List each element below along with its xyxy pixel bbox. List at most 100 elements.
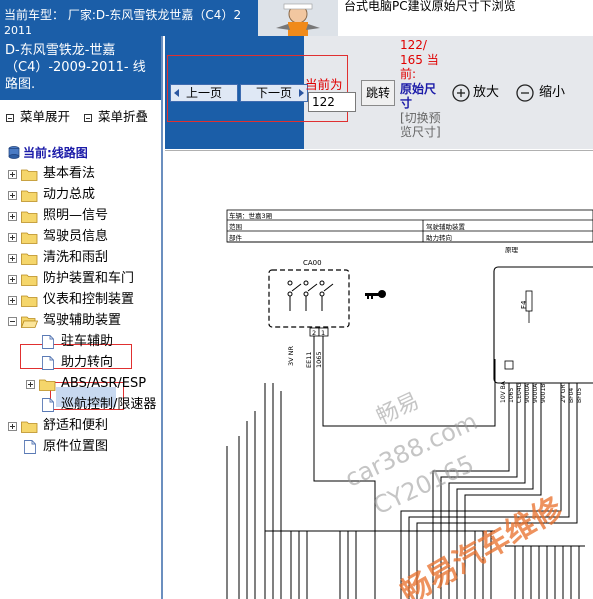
wire-code: BF05 <box>576 388 583 403</box>
tree-item-label: 舒适和便利 <box>43 418 109 433</box>
menu-expand-label: 菜单展开 <box>20 109 71 124</box>
wire-code: 3V NR <box>287 345 295 366</box>
wire-code: 9000A <box>532 383 539 403</box>
expand-plus-icon[interactable] <box>8 422 17 431</box>
zoom-out-button[interactable]: 缩小 <box>515 82 565 104</box>
tree-item-parking-assist[interactable]: 驻车辅助 <box>0 332 160 352</box>
wire-code: EE11 <box>305 352 313 369</box>
wire-code: CE04G <box>516 382 523 403</box>
current-path-label: 当前:线路图 <box>23 146 88 160</box>
menu-expand-button[interactable]: 菜单展开 <box>6 106 70 125</box>
folder-icon <box>21 295 38 307</box>
tree-item-basic[interactable]: 基本看法 <box>0 164 160 184</box>
page-number-input[interactable] <box>308 92 356 112</box>
wire-code: 9000A <box>524 383 531 403</box>
switch-preview-label: [切换预览尺寸] <box>400 110 441 140</box>
collapse-square-icon <box>83 113 92 122</box>
range-value: 驾驶辅助装置 <box>426 222 466 231</box>
wire-code: 10V BA <box>500 380 507 403</box>
tree-item-label: 仪表和控制装置 <box>43 292 135 307</box>
tree-item-instruments[interactable]: 仪表和控制装置 <box>0 290 160 310</box>
model-title: D-东风雪铁龙-世嘉（C4）-2009-2011- 线路图. <box>0 36 161 100</box>
expand-square-icon <box>6 113 14 122</box>
page-icon <box>42 398 54 412</box>
page-info: 122/ 165 当前: 原始尺寸 [切换预览尺寸] <box>400 38 445 140</box>
tree-item-label: 清洗和雨刮 <box>43 250 109 265</box>
tree-item-label: 防护装置和车门 <box>43 271 135 286</box>
tree-item-comfort[interactable]: 舒适和便利 <box>0 416 160 436</box>
wire-code: 9001B <box>540 384 547 403</box>
switch-preview-size-link[interactable]: [切换预览尺寸] <box>400 111 445 140</box>
folder-icon <box>21 169 38 181</box>
expand-plus-icon[interactable] <box>8 275 17 284</box>
part-value: 助力转向 <box>426 233 452 242</box>
wire-code: 1065 <box>508 388 515 403</box>
fuse-label: F4 <box>520 300 528 309</box>
car-type-strip: 当前车型： 厂家:D-东风雪铁龙世嘉（C4）2 2011 <box>0 0 258 36</box>
tree-item-label: 照明—信号 <box>43 208 109 223</box>
pin-label: 2 <box>312 329 316 337</box>
range-label: 范围 <box>229 222 242 231</box>
zoom-out-label: 缩小 <box>539 85 566 100</box>
expand-plus-icon[interactable] <box>8 254 17 263</box>
zoom-in-button[interactable]: 放大 <box>451 82 499 104</box>
tree-item-driving-assist[interactable]: 驾驶辅助装置 <box>0 311 160 331</box>
menu-collapse-button[interactable]: 菜单折叠 <box>83 106 148 125</box>
expand-plus-icon[interactable] <box>26 380 35 389</box>
folder-icon <box>21 253 38 265</box>
current-path: 当前:线路图 <box>8 144 88 161</box>
jump-button[interactable]: 跳转 <box>361 80 395 106</box>
pin-label: 1 <box>321 329 325 337</box>
page-count-line1: 122/ 165 当前: <box>400 38 445 82</box>
vehicle-label: 车辆：世嘉3厢 <box>229 211 273 220</box>
expand-plus-icon[interactable] <box>8 170 17 179</box>
tree-item-driver-info[interactable]: 驾驶员信息 <box>0 227 160 247</box>
zoom-in-icon <box>452 84 470 102</box>
page-toolbar: 上一页 下一页 当前为 跳转 122/ 165 当前: 原始尺寸 [切换预览尺寸… <box>165 36 593 149</box>
folder-icon <box>21 211 38 223</box>
zoom-out-icon <box>516 84 534 102</box>
page-count: 122/ 165 <box>400 38 427 67</box>
tree-item-wash-wipe[interactable]: 清洗和雨刮 <box>0 248 160 268</box>
principle-label: 原理 <box>505 246 519 254</box>
car-type-year: 2011 <box>4 24 32 36</box>
tree-item-label: 驾驶员信息 <box>43 229 109 244</box>
tree-item-label: 动力总成 <box>43 187 96 202</box>
tree-item-lighting[interactable]: 照明—信号 <box>0 206 160 226</box>
key-icon <box>365 290 386 299</box>
wire-code: 1065 <box>315 351 323 368</box>
expand-plus-icon[interactable] <box>8 233 17 242</box>
database-icon <box>8 146 20 159</box>
expand-plus-icon[interactable] <box>8 212 17 221</box>
collapse-minus-icon[interactable] <box>8 317 17 326</box>
original-size-label: 原始尺寸 <box>400 81 437 111</box>
tree-item-component-location[interactable]: 原件位置图 <box>0 437 160 457</box>
tree-item-label: 驻车辅助 <box>61 334 114 349</box>
expand-plus-icon[interactable] <box>8 296 17 305</box>
tree-item-label: 基本看法 <box>43 166 96 181</box>
tree-item-powertrain[interactable]: 动力总成 <box>0 185 160 205</box>
original-size-link[interactable]: 原始尺寸 <box>400 82 445 111</box>
promo-text: 台式电脑PC建议原始尺寸下浏览 <box>338 0 593 36</box>
folder-icon <box>21 421 38 433</box>
tree-item-power-steering[interactable]: 助力转向 <box>0 353 160 373</box>
folder-icon <box>21 274 38 286</box>
tree-item-abs[interactable]: ABS/ASR/ESP <box>0 374 160 394</box>
wire-code: 2V GR <box>560 384 567 403</box>
wire-code: BF04 <box>568 388 575 403</box>
zoom-in-label: 放大 <box>473 85 500 100</box>
tree-item-label: 原件位置图 <box>43 439 109 454</box>
tree-item-protection-doors[interactable]: 防护装置和车门 <box>0 269 160 289</box>
wiring-diagram: 车辆：世嘉3厢 范围 驾驶辅助装置 部件 助力转向 原理 CA00 2 1 3V… <box>165 150 593 599</box>
page-icon <box>42 356 54 370</box>
tree-item-label: 巡航控制/限速器 <box>61 397 157 412</box>
folder-icon <box>39 379 56 391</box>
top-bar: 当前车型： 厂家:D-东风雪铁龙世嘉（C4）2 2011 台式电脑PC建议原始尺… <box>0 0 593 36</box>
tree-item-cruise-control[interactable]: 巡航控制/限速器 <box>0 395 160 415</box>
folder-icon <box>21 232 38 244</box>
expand-plus-icon[interactable] <box>8 191 17 200</box>
tree-item-label: 助力转向 <box>61 355 114 370</box>
pc-advice-icon <box>258 0 338 36</box>
left-nav-panel: D-东风雪铁龙-世嘉（C4）-2009-2011- 线路图. 菜单展开 菜单折叠… <box>0 36 163 599</box>
tree-item-label: ABS/ASR/ESP <box>61 376 147 391</box>
